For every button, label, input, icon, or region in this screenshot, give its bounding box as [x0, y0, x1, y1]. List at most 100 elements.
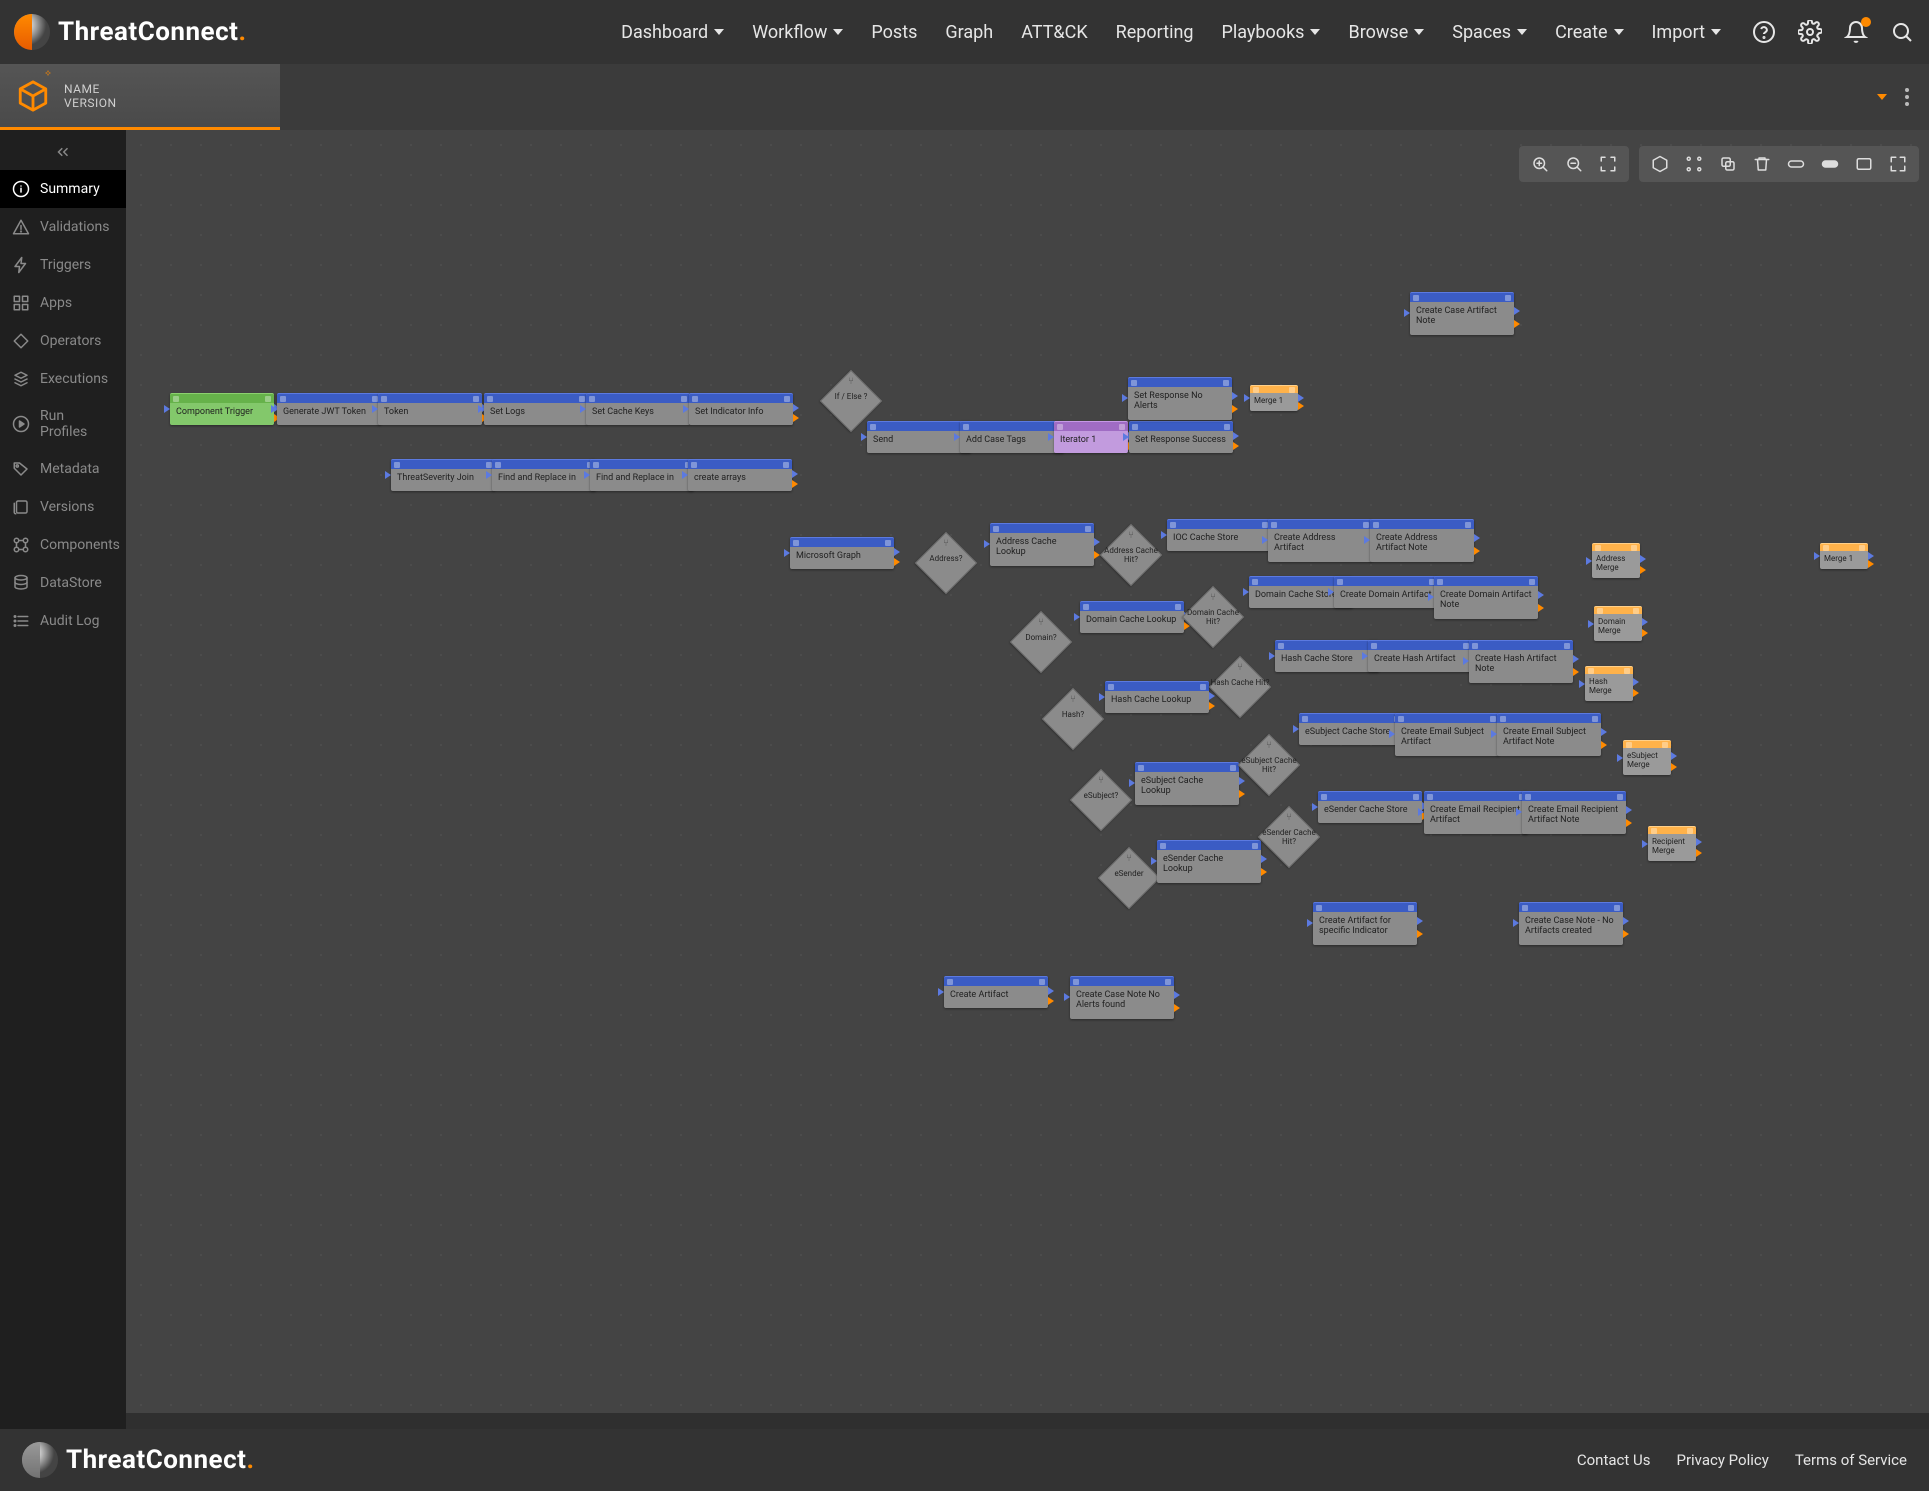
playbook-node[interactable]: eSubject Merge: [1623, 740, 1671, 775]
playbook-node[interactable]: Set Response Success: [1129, 421, 1233, 453]
playbook-node[interactable]: Create Email Recipient Artifact Note: [1522, 791, 1626, 834]
decision-node[interactable]: ⑂eSubject Cache Hit?: [1238, 734, 1300, 796]
toggle-dark-icon[interactable]: [1781, 149, 1811, 179]
nav-import[interactable]: Import: [1652, 22, 1721, 43]
playbook-tab[interactable]: NAME VERSION: [0, 64, 280, 130]
decision-node[interactable]: ⑂Domain Cache Hit?: [1182, 586, 1244, 648]
decision-node[interactable]: ⑂Address?: [915, 532, 977, 594]
playbook-node[interactable]: Create Case Note - No Artifacts created: [1519, 902, 1623, 945]
decision-node[interactable]: ⑂eSender: [1098, 847, 1160, 909]
playbook-node[interactable]: ThreatSeverity Join: [391, 459, 495, 491]
sidebar-item-apps[interactable]: Apps: [0, 284, 126, 322]
decision-node[interactable]: ⑂Address Cache Hit?: [1100, 524, 1162, 586]
sidebar-item-components[interactable]: Components: [0, 526, 126, 564]
playbook-node[interactable]: Token: [378, 393, 482, 425]
sidebar-item-summary[interactable]: Summary: [0, 170, 126, 208]
nav-graph[interactable]: Graph: [945, 22, 993, 43]
playbook-node[interactable]: IOC Cache Store: [1167, 519, 1271, 551]
sidebar-collapse-button[interactable]: [0, 138, 126, 166]
playbook-node[interactable]: Generate JWT Token: [277, 393, 381, 425]
arrange-icon[interactable]: [1679, 149, 1709, 179]
playbook-node[interactable]: Domain Cache Lookup: [1080, 601, 1184, 633]
playbook-node[interactable]: Create Address Artifact: [1268, 519, 1372, 562]
horizontal-scrollbar[interactable]: [126, 1413, 1929, 1429]
sidebar-item-executions[interactable]: Executions: [0, 360, 126, 398]
nav-workflow[interactable]: Workflow: [752, 22, 843, 43]
playbook-node[interactable]: Create Domain Artifact: [1334, 576, 1438, 608]
nav-playbooks[interactable]: Playbooks: [1222, 22, 1321, 43]
playbook-node[interactable]: Create Case Note No Alerts found: [1070, 976, 1174, 1019]
playbook-canvas[interactable]: Component TriggerGenerate JWT TokenToken…: [126, 130, 1929, 1429]
playbook-node[interactable]: Create Artifact: [944, 976, 1048, 1008]
playbook-node[interactable]: eSubject Cache Store: [1299, 713, 1403, 745]
search-icon[interactable]: [1889, 19, 1915, 45]
sidebar-item-audit-log[interactable]: Audit Log: [0, 602, 126, 640]
playbook-node[interactable]: Create Hash Artifact Note: [1469, 640, 1573, 683]
sidebar-item-run-profiles[interactable]: Run Profiles: [0, 398, 126, 450]
playbook-node[interactable]: Microsoft Graph: [790, 537, 894, 569]
decision-node[interactable]: ⑂Hash?: [1042, 688, 1104, 750]
playbook-node[interactable]: Recipient Merge: [1648, 826, 1696, 861]
fit-screen-icon[interactable]: [1849, 149, 1879, 179]
sidebar-item-metadata[interactable]: Metadata: [0, 450, 126, 488]
context-expand-toggle[interactable]: [1877, 94, 1887, 100]
nav-spaces[interactable]: Spaces: [1452, 22, 1527, 43]
zoom-in-icon[interactable]: [1525, 149, 1555, 179]
playbook-node[interactable]: Set Logs: [484, 393, 588, 425]
footer-link-terms-of-service[interactable]: Terms of Service: [1795, 1451, 1907, 1469]
nav-att-ck[interactable]: ATT&CK: [1021, 22, 1087, 43]
decision-node[interactable]: ⑂eSubject?: [1070, 769, 1132, 831]
playbook-node[interactable]: Hash Merge: [1585, 666, 1633, 701]
help-icon[interactable]: [1751, 19, 1777, 45]
playbook-node[interactable]: Create Domain Artifact Note: [1434, 576, 1538, 619]
playbook-node[interactable]: Merge 1: [1250, 385, 1298, 411]
nav-create[interactable]: Create: [1555, 22, 1623, 43]
delete-trash-icon[interactable]: [1747, 149, 1777, 179]
sidebar-item-validations[interactable]: Validations: [0, 208, 126, 246]
playbook-node[interactable]: Find and Replace in: [590, 459, 694, 491]
playbook-node[interactable]: Create Address Artifact Note: [1370, 519, 1474, 562]
playbook-node[interactable]: Create Artifact for specific Indicator: [1313, 902, 1417, 945]
decision-node[interactable]: ⑂eSender Cache Hit?: [1258, 806, 1320, 868]
playbook-node[interactable]: Set Cache Keys: [586, 393, 690, 425]
sidebar-item-versions[interactable]: Versions: [0, 488, 126, 526]
nav-posts[interactable]: Posts: [871, 22, 917, 43]
playbook-node[interactable]: Hash Cache Lookup: [1105, 681, 1209, 713]
playbook-node[interactable]: Component Trigger: [170, 393, 274, 425]
add-component-icon[interactable]: [1645, 149, 1675, 179]
footer-link-contact-us[interactable]: Contact Us: [1577, 1451, 1651, 1469]
expand-panel-icon[interactable]: [1883, 149, 1913, 179]
nav-browse[interactable]: Browse: [1348, 22, 1424, 43]
playbook-node[interactable]: Iterator 1: [1054, 421, 1128, 453]
playbook-node[interactable]: eSender Cache Store: [1318, 791, 1422, 823]
playbook-node[interactable]: eSubject Cache Lookup: [1135, 762, 1239, 805]
nav-reporting[interactable]: Reporting: [1116, 22, 1194, 43]
playbook-node[interactable]: Set Response No Alerts: [1128, 377, 1232, 420]
playbook-node[interactable]: Domain Merge: [1594, 606, 1642, 641]
playbook-node[interactable]: Address Cache Lookup: [990, 523, 1094, 566]
nav-dashboard[interactable]: Dashboard: [621, 22, 724, 43]
decision-node[interactable]: ⑂Domain?: [1010, 611, 1072, 673]
copy-icon[interactable]: [1713, 149, 1743, 179]
playbook-node[interactable]: create arrays: [688, 459, 792, 491]
playbook-node[interactable]: Create Hash Artifact: [1368, 640, 1472, 672]
brand-logo[interactable]: ThreatConnect: [14, 14, 246, 50]
footer-link-privacy-policy[interactable]: Privacy Policy: [1676, 1451, 1768, 1469]
toggle-light-icon[interactable]: [1815, 149, 1845, 179]
playbook-node[interactable]: Create Email Subject Artifact Note: [1497, 713, 1601, 756]
playbook-node[interactable]: Merge 1: [1820, 543, 1868, 569]
playbook-node[interactable]: Find and Replace in: [492, 459, 596, 491]
sidebar-item-datastore[interactable]: DataStore: [0, 564, 126, 602]
sidebar-item-triggers[interactable]: Triggers: [0, 246, 126, 284]
zoom-out-icon[interactable]: [1559, 149, 1589, 179]
playbook-node[interactable]: Create Email Subject Artifact: [1395, 713, 1499, 756]
playbook-node[interactable]: Create Email Recipient Artifact: [1424, 791, 1528, 834]
fullscreen-icon[interactable]: [1593, 149, 1623, 179]
sidebar-item-operators[interactable]: Operators: [0, 322, 126, 360]
playbook-node[interactable]: Address Merge: [1592, 543, 1640, 578]
playbook-node[interactable]: eSender Cache Lookup: [1157, 840, 1261, 883]
playbook-node[interactable]: Set Indicator Info: [689, 393, 793, 425]
decision-node[interactable]: ⑂Hash Cache Hit?: [1209, 656, 1271, 718]
settings-gear-icon[interactable]: [1797, 19, 1823, 45]
notifications-bell-icon[interactable]: [1843, 19, 1869, 45]
